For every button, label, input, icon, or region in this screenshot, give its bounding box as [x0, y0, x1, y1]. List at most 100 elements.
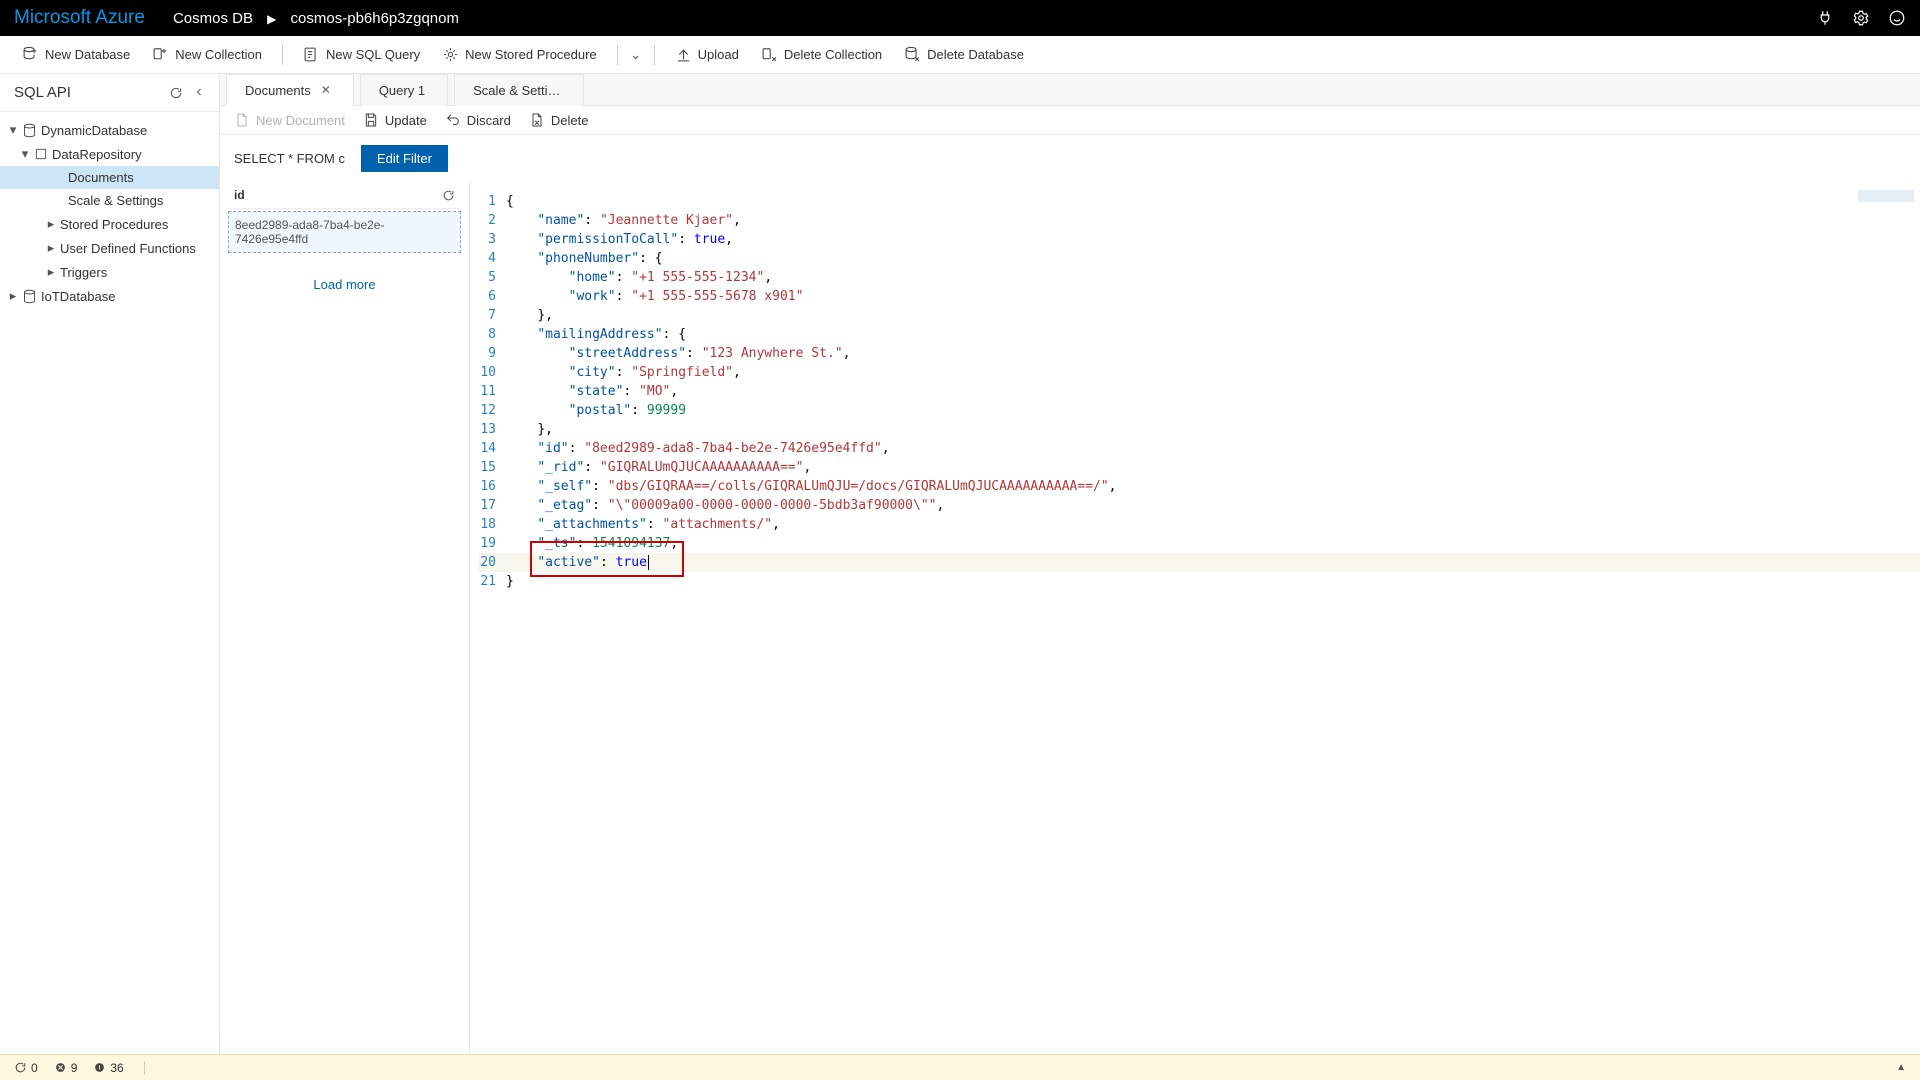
load-more-button[interactable]: Load more: [228, 253, 461, 316]
content: Documents ✕ Query 1 Scale & Setti… New D…: [220, 74, 1920, 1054]
collection-node-datarepository[interactable]: ▾ DataRepository: [0, 142, 219, 166]
save-icon: [363, 112, 379, 128]
status-sync-count: 0: [31, 1061, 38, 1075]
collapse-icon[interactable]: [193, 86, 205, 100]
status-info[interactable]: i 36: [93, 1061, 123, 1075]
toolbar-sep: [617, 45, 618, 65]
new-document-button[interactable]: New Document: [234, 112, 345, 128]
smile-icon[interactable]: [1888, 9, 1906, 27]
new-stored-procedure-button[interactable]: New Stored Procedure: [434, 42, 605, 67]
status-sync[interactable]: 0: [14, 1061, 38, 1075]
id-column-header: id: [234, 188, 245, 202]
upload-label: Upload: [698, 47, 739, 62]
db-label: IoTDatabase: [41, 289, 115, 304]
update-label: Update: [385, 113, 427, 128]
filter-row: SELECT * FROM c Edit Filter: [220, 135, 1920, 182]
new-sql-query-button[interactable]: New SQL Query: [295, 42, 428, 67]
breadcrumb-sep: ▶: [267, 12, 276, 26]
sidebar-title: SQL API: [14, 84, 71, 101]
delete-collection-label: Delete Collection: [784, 47, 882, 62]
discard-label: Discard: [467, 113, 511, 128]
error-icon: [54, 1061, 67, 1074]
tab-label: Scale & Setti…: [473, 83, 560, 98]
document-list-item[interactable]: 8eed2989-ada8-7ba4-be2e-7426e95e4ffd: [228, 211, 461, 253]
update-button[interactable]: Update: [363, 112, 427, 128]
status-sep: [144, 1061, 145, 1075]
topbar: Microsoft Azure Cosmos DB ▶ cosmos-pb6h6…: [0, 0, 1920, 36]
main: SQL API ▾ DynamicDatabase ▾ DataReposito…: [0, 74, 1920, 1054]
database-icon: [22, 123, 37, 138]
new-collection-button[interactable]: New Collection: [144, 42, 270, 67]
tab-label: Documents: [245, 83, 311, 98]
undo-icon: [445, 112, 461, 128]
tree-item-udfs[interactable]: ▸ User Defined Functions: [0, 236, 219, 260]
document-toolbar: New Document Update Discard Delete: [220, 106, 1920, 135]
collection-delete-icon: [761, 46, 778, 63]
document-list-header: id: [228, 182, 461, 209]
database-icon: [22, 289, 37, 304]
caret-right-icon: ▸: [46, 264, 56, 280]
tab-documents[interactable]: Documents ✕: [226, 74, 354, 106]
database-plus-icon: [22, 46, 39, 63]
database-delete-icon: [904, 46, 921, 63]
breadcrumb: Cosmos DB ▶ cosmos-pb6h6p3zgqnom: [173, 10, 459, 27]
sync-icon: [14, 1061, 27, 1074]
close-icon[interactable]: ✕: [321, 83, 331, 97]
topbar-right: [1816, 9, 1906, 27]
gear-icon[interactable]: [1852, 9, 1870, 27]
tree-item-scale-settings[interactable]: Scale & Settings: [0, 189, 219, 212]
collection-label: DataRepository: [52, 147, 142, 162]
tree-label: Documents: [68, 170, 134, 185]
delete-doc-icon: [529, 112, 545, 128]
resource-tree: ▾ DynamicDatabase ▾ DataRepository Docum…: [0, 112, 219, 314]
refresh-icon[interactable]: [442, 189, 455, 202]
filter-query-text: SELECT * FROM c: [234, 151, 345, 166]
status-errors[interactable]: 9: [54, 1061, 78, 1075]
tab-query-1[interactable]: Query 1: [360, 74, 448, 106]
sidebar-header-icons: [169, 86, 205, 100]
tree-label: Triggers: [60, 265, 107, 280]
delete-database-label: Delete Database: [927, 47, 1024, 62]
sidebar-header: SQL API: [0, 74, 219, 112]
toolbar-sep: [282, 45, 283, 65]
delete-button[interactable]: Delete: [529, 112, 589, 128]
tree-item-stored-procedures[interactable]: ▸ Stored Procedures: [0, 212, 219, 236]
upload-icon: [675, 46, 692, 63]
delete-database-button[interactable]: Delete Database: [896, 42, 1032, 67]
caret-right-icon: ▸: [46, 216, 56, 232]
json-editor[interactable]: 1{2 "name": "Jeannette Kjaer",3 "permiss…: [470, 182, 1920, 1054]
tree-item-documents[interactable]: Documents: [0, 166, 219, 189]
chevron-up-icon[interactable]: ▲: [1896, 1062, 1906, 1073]
upload-button[interactable]: Upload: [667, 42, 747, 67]
status-info-count: 36: [110, 1061, 123, 1075]
plug-icon[interactable]: [1816, 9, 1834, 27]
refresh-icon[interactable]: [169, 86, 183, 100]
tree-item-triggers[interactable]: ▸ Triggers: [0, 260, 219, 284]
info-icon: i: [93, 1061, 106, 1074]
query-icon: [303, 46, 320, 63]
db-node-iotdatabase[interactable]: ▸ IoTDatabase: [0, 284, 219, 308]
tab-scale-settings[interactable]: Scale & Setti…: [454, 74, 583, 106]
tree-label: Scale & Settings: [68, 193, 163, 208]
sproc-icon: [442, 46, 459, 63]
editor-lines: 1{2 "name": "Jeannette Kjaer",3 "permiss…: [470, 182, 1920, 601]
delete-label: Delete: [551, 113, 589, 128]
status-bar: 0 9 i 36 ▲: [0, 1054, 1920, 1080]
delete-collection-button[interactable]: Delete Collection: [753, 42, 890, 67]
sidebar: SQL API ▾ DynamicDatabase ▾ DataReposito…: [0, 74, 220, 1054]
discard-button[interactable]: Discard: [445, 112, 511, 128]
toolbar-sep: [654, 45, 655, 65]
status-error-count: 9: [71, 1061, 78, 1075]
caret-right-icon: ▸: [8, 288, 18, 304]
breadcrumb-service[interactable]: Cosmos DB: [173, 10, 253, 27]
db-node-dynamicdatabase[interactable]: ▾ DynamicDatabase: [0, 118, 219, 142]
tree-label: User Defined Functions: [60, 241, 196, 256]
dropdown-toggle[interactable]: ⌄: [630, 47, 642, 63]
new-doc-icon: [234, 112, 250, 128]
edit-filter-button[interactable]: Edit Filter: [361, 145, 448, 172]
breadcrumb-resource[interactable]: cosmos-pb6h6p3zgqnom: [291, 10, 459, 27]
new-collection-label: New Collection: [175, 47, 262, 62]
new-database-button[interactable]: New Database: [14, 42, 138, 67]
new-sql-query-label: New SQL Query: [326, 47, 420, 62]
collection-plus-icon: [152, 46, 169, 63]
